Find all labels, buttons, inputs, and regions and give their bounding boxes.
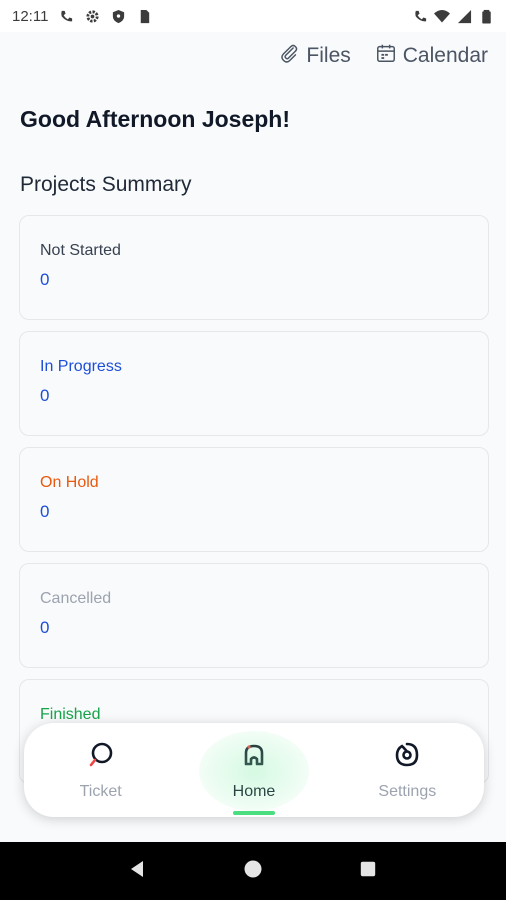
card-cancelled[interactable]: Cancelled 0 (19, 563, 489, 668)
card-label: On Hold (40, 474, 99, 491)
greeting-heading: Good Afternoon Joseph! (20, 106, 291, 132)
card-value: 0 (40, 618, 50, 637)
card-label: In Progress (40, 358, 122, 375)
calendar-icon (375, 42, 397, 70)
calendar-button[interactable]: Calendar (375, 42, 488, 70)
card-on-hold[interactable]: On Hold 0 (19, 447, 489, 552)
card-label: Cancelled (40, 590, 112, 607)
files-label: Files (306, 44, 351, 67)
back-triangle-icon (128, 859, 148, 884)
home-circle-icon (243, 859, 263, 884)
settings-icon (392, 740, 422, 783)
card-not-started[interactable]: Not Started 0 (19, 215, 489, 320)
card-label: Finished (40, 706, 101, 723)
sim-icon (136, 8, 152, 24)
card-value: 0 (40, 502, 50, 521)
card-label: Not Started (40, 242, 121, 259)
home-icon (239, 740, 269, 783)
nav-label: Settings (378, 782, 437, 800)
top-actions: Files Calendar (278, 42, 488, 70)
nav-label: Ticket (79, 782, 122, 800)
content-below-nav (0, 817, 506, 842)
phone-icon (412, 8, 428, 24)
calendar-label: Calendar (402, 44, 488, 67)
card-value: 0 (40, 270, 50, 289)
gear-icon (84, 8, 100, 24)
card-in-progress[interactable]: In Progress 0 (19, 331, 489, 436)
home-system-button[interactable] (233, 851, 273, 891)
recents-button[interactable] (348, 851, 388, 891)
status-bar: 12:11 (0, 0, 506, 32)
nav-ticket[interactable]: Ticket (24, 723, 177, 817)
signal-icon (456, 8, 472, 24)
status-time: 12:11 (12, 7, 49, 25)
nav-label: Home (232, 782, 276, 800)
battery-icon (478, 8, 494, 24)
nav-settings[interactable]: Settings (331, 723, 484, 817)
projects-summary-title: Projects Summary (20, 173, 192, 196)
shield-icon (110, 8, 126, 24)
back-button[interactable] (118, 851, 158, 891)
files-button[interactable]: Files (278, 42, 351, 70)
ticket-icon (86, 740, 116, 783)
wifi-icon (434, 8, 450, 24)
paperclip-icon (278, 42, 300, 70)
bottom-navigation: Ticket Home Settings (24, 723, 484, 817)
recents-square-icon (359, 860, 377, 883)
system-navigation-bar (0, 842, 506, 900)
active-indicator (232, 811, 275, 815)
project-status-cards: Not Started 0 In Progress 0 On Hold 0 Ca… (19, 215, 489, 795)
phone-icon (58, 8, 74, 24)
nav-home[interactable]: Home (177, 723, 330, 817)
card-value: 0 (40, 386, 50, 405)
